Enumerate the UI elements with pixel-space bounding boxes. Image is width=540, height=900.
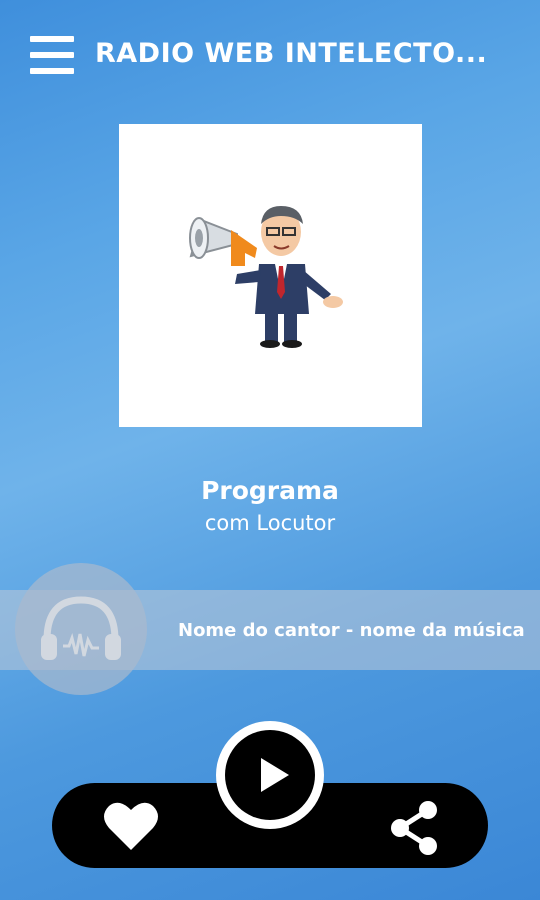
program-subtitle: com Locutor (204, 511, 336, 535)
play-button-inner (225, 730, 315, 820)
hamburger-menu-icon[interactable] (30, 36, 74, 74)
program-cover-image (119, 124, 422, 427)
megaphone-businessman-illustration (189, 206, 343, 348)
headphones-icon (41, 596, 121, 660)
play-button[interactable] (216, 721, 324, 829)
play-icon (261, 758, 289, 792)
heart-icon[interactable] (103, 800, 159, 852)
share-icon[interactable] (388, 800, 440, 856)
app-title: RADIO WEB INTELECTO... (95, 38, 488, 69)
track-name: Nome do cantor - nome da música (178, 620, 525, 641)
app-bar: RADIO WEB INTELECTO... (0, 0, 540, 110)
program-title: Programa (201, 476, 339, 505)
